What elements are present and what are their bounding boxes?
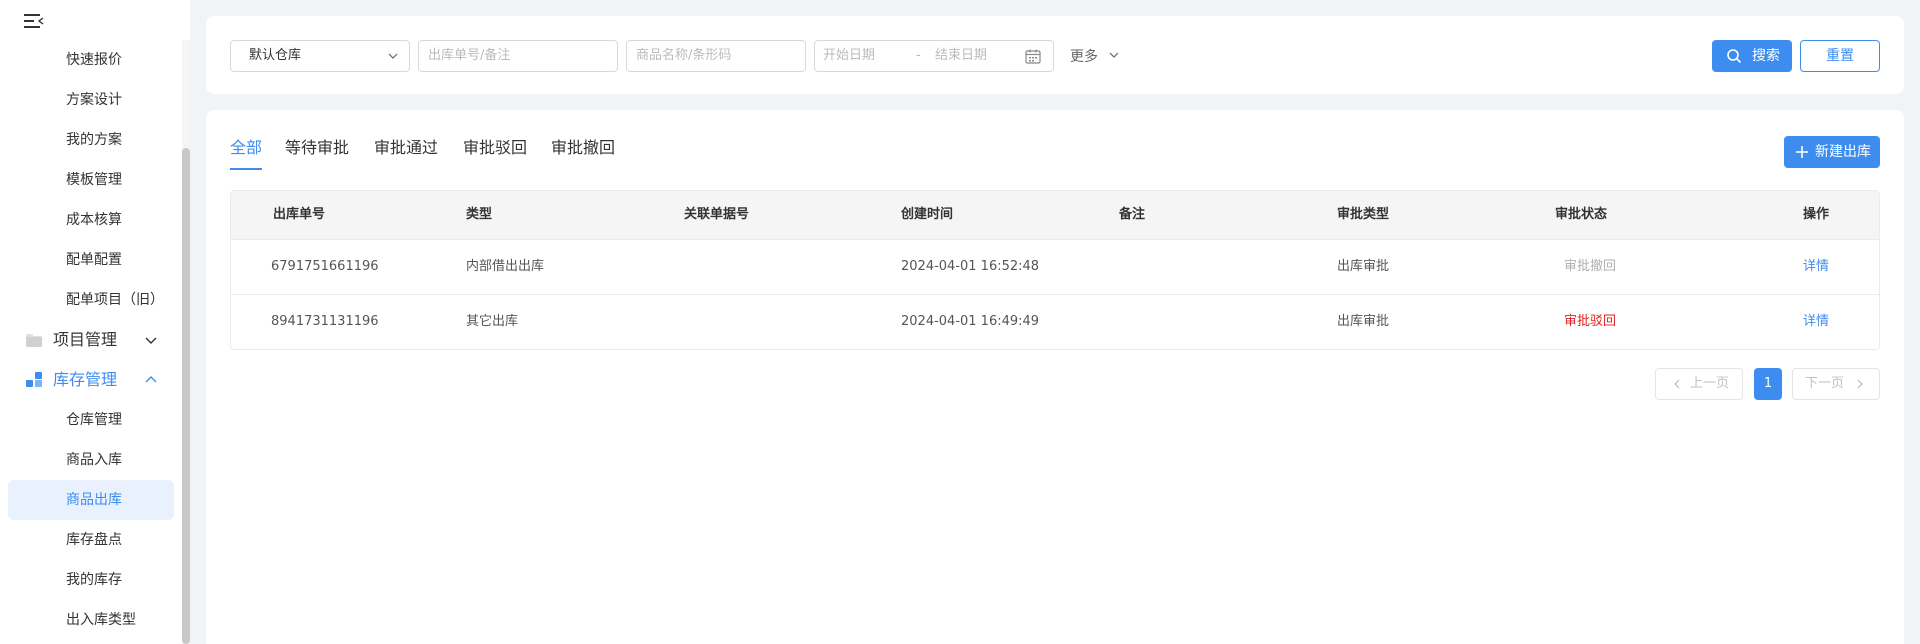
prev-page-label: 上一页 (1690, 376, 1730, 391)
sidebar-item-goods-outbound[interactable]: 商品出库 (8, 480, 174, 520)
date-separator: - (916, 48, 921, 63)
sidebar-item-stocktake[interactable]: 库存盘点 (8, 520, 174, 560)
sidebar-group-inventory-management[interactable]: 库存管理 (8, 360, 174, 400)
column-header: 审批类型 (1337, 207, 1390, 222)
search-icon (1727, 49, 1742, 64)
chevron-down-icon (1109, 52, 1119, 58)
sidebar-scrollbar-thumb[interactable] (182, 148, 190, 644)
order-number: 6791751661196 (271, 259, 379, 274)
calendar-icon (1025, 49, 1041, 64)
warehouse-select-value: 默认仓库 (249, 48, 302, 63)
sidebar-item-inout-types[interactable]: 出入库类型 (8, 600, 174, 640)
chevron-left-icon (1674, 379, 1680, 389)
search-button[interactable]: 搜索 (1712, 40, 1792, 72)
inventory-icon (26, 372, 42, 387)
sidebar-group-label: 项目管理 (53, 330, 118, 349)
sidebar-item-goods-inbound[interactable]: 商品入库 (8, 440, 174, 480)
start-date-placeholder: 开始日期 (823, 48, 876, 63)
table-header: 出库单号 类型 关联单据号 创建时间 备注 审批类型 审批状态 操作 (231, 191, 1879, 239)
sidebar: 快速报价 方案设计 我的方案 模板管理 成本核算 配单配置 配单项目（旧） 项目… (0, 0, 190, 644)
next-page-label: 下一页 (1805, 376, 1845, 391)
approval-type: 出库审批 (1337, 259, 1390, 274)
tab-label: 审批通过 (374, 138, 439, 157)
outbound-type: 内部借出出库 (466, 259, 545, 274)
tab-pending-approval[interactable]: 等待审批 (285, 134, 349, 158)
end-date-placeholder: 结束日期 (935, 48, 988, 63)
sidebar-item-template-management[interactable]: 模板管理 (8, 160, 174, 200)
product-search-placeholder: 商品名称/条形码 (636, 48, 732, 63)
outbound-table: 出库单号 类型 关联单据号 创建时间 备注 审批类型 审批状态 操作 67917… (230, 190, 1880, 350)
prev-page-button[interactable]: 上一页 (1655, 368, 1743, 400)
column-header: 关联单据号 (684, 207, 750, 222)
details-link[interactable]: 详情 (1803, 295, 1829, 349)
table-row: 6791751661196 内部借出出库 2024-04-01 16:52:48… (231, 239, 1879, 294)
more-filters-label: 更多 (1070, 49, 1098, 65)
order-number: 8941731131196 (271, 314, 379, 329)
sidebar-item-order-config[interactable]: 配单配置 (8, 240, 174, 280)
sidebar-item-quick-quote[interactable]: 快速报价 (8, 40, 174, 80)
sidebar-item-my-inventory[interactable]: 我的库存 (8, 560, 174, 600)
more-filters-toggle[interactable]: 更多 (1070, 46, 1119, 66)
tab-all[interactable]: 全部 (230, 134, 263, 170)
approval-status: 审批驳回 (1564, 314, 1617, 329)
new-outbound-button[interactable]: 新建出库 (1784, 136, 1880, 168)
reset-button[interactable]: 重置 (1800, 40, 1880, 72)
filter-bar: 默认仓库 出库单号/备注 商品名称/条形码 开始日期 - 结束日期 更多 搜索 … (206, 16, 1904, 94)
column-header: 操作 (1803, 207, 1830, 222)
outbound-list-panel: 全部 等待审批 审批通过 审批驳回 审批撤回 新建出库 出库单号 类型 关联单据… (206, 110, 1904, 644)
tab-approved[interactable]: 审批通过 (374, 134, 438, 158)
next-page-button[interactable]: 下一页 (1792, 368, 1880, 400)
product-search-input[interactable]: 商品名称/条形码 (626, 40, 806, 72)
search-button-label: 搜索 (1752, 48, 1780, 64)
folder-icon (26, 334, 42, 347)
reset-button-label: 重置 (1826, 48, 1854, 64)
order-no-placeholder: 出库单号/备注 (428, 48, 511, 63)
order-no-input[interactable]: 出库单号/备注 (418, 40, 618, 72)
date-range-picker[interactable]: 开始日期 - 结束日期 (814, 40, 1054, 72)
table-row: 8941731131196 其它出库 2024-04-01 16:49:49 出… (231, 294, 1879, 349)
sidebar-item-warehouse-management[interactable]: 仓库管理 (8, 400, 174, 440)
sidebar-item-my-solutions[interactable]: 我的方案 (8, 120, 174, 160)
column-header: 审批状态 (1555, 207, 1608, 222)
page-number-current[interactable]: 1 (1754, 368, 1782, 400)
approval-type: 出库审批 (1337, 314, 1390, 329)
created-time: 2024-04-01 16:49:49 (901, 314, 1040, 329)
tab-withdrawn[interactable]: 审批撤回 (551, 134, 615, 158)
column-header: 类型 (466, 207, 493, 222)
column-header: 创建时间 (901, 207, 954, 222)
new-outbound-label: 新建出库 (1815, 144, 1871, 160)
chevron-down-icon (145, 337, 157, 344)
column-header: 备注 (1119, 207, 1146, 222)
sidebar-menu: 快速报价 方案设计 我的方案 模板管理 成本核算 配单配置 配单项目（旧） 项目… (8, 40, 174, 640)
menu-collapse-icon[interactable] (24, 12, 46, 30)
outbound-type: 其它出库 (466, 314, 519, 329)
chevron-up-icon (145, 376, 157, 383)
warehouse-select[interactable]: 默认仓库 (230, 40, 410, 72)
column-header: 出库单号 (273, 207, 326, 222)
active-tab-indicator (230, 168, 262, 170)
sidebar-group-project-management[interactable]: 项目管理 (8, 320, 174, 360)
created-time: 2024-04-01 16:52:48 (901, 259, 1040, 274)
tab-label: 等待审批 (285, 138, 350, 157)
tab-label: 审批撤回 (551, 138, 616, 157)
plus-icon (1796, 146, 1808, 158)
sidebar-group-label: 库存管理 (53, 370, 118, 389)
chevron-down-icon (388, 53, 398, 59)
details-link[interactable]: 详情 (1803, 240, 1829, 294)
chevron-right-icon (1857, 379, 1863, 389)
tab-label: 审批驳回 (463, 138, 528, 157)
approval-status: 审批撤回 (1564, 259, 1617, 274)
tab-label: 全部 (230, 138, 263, 157)
tab-rejected[interactable]: 审批驳回 (463, 134, 527, 158)
sidebar-item-solution-design[interactable]: 方案设计 (8, 80, 174, 120)
sidebar-item-cost-accounting[interactable]: 成本核算 (8, 200, 174, 240)
sidebar-item-order-project-old[interactable]: 配单项目（旧） (8, 280, 174, 320)
